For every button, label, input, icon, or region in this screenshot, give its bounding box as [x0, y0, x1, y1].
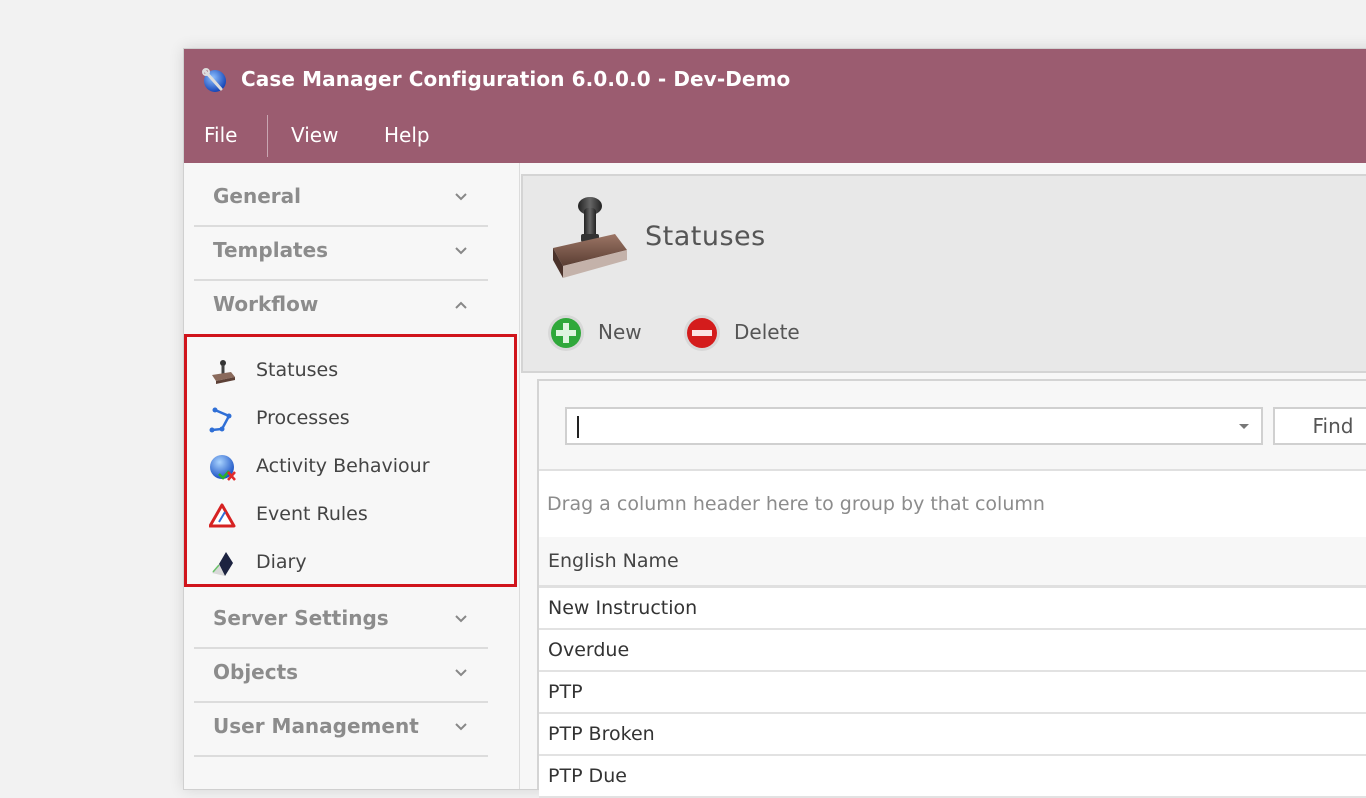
delete-label: Delete — [734, 320, 800, 344]
item-label: Processes — [256, 407, 350, 429]
find-button[interactable]: Find — [1273, 407, 1366, 445]
group-by-hint: Drag a column header here to group by th… — [547, 493, 1045, 515]
chevron-down-icon — [455, 193, 467, 201]
warning-triangle-icon — [209, 503, 236, 528]
new-label: New — [598, 320, 642, 344]
group-label: User Management — [213, 714, 419, 738]
group-label: Objects — [213, 660, 299, 684]
stamp-icon — [212, 360, 235, 384]
chevron-down-icon — [455, 247, 467, 255]
process-nodes-icon — [209, 407, 232, 433]
chevron-up-icon — [455, 301, 467, 309]
sidebar-group-templates[interactable]: Templates — [194, 226, 488, 281]
table-row[interactable]: PTP Broken — [539, 714, 1366, 756]
cell-english-name: PTP Due — [548, 765, 627, 787]
header-panel: Statuses New Delete — [521, 174, 1366, 373]
cell-english-name: New Instruction — [548, 597, 698, 619]
text-caret — [577, 416, 579, 438]
table-row[interactable]: PTP Due — [539, 756, 1366, 798]
group-label: Workflow — [213, 292, 319, 316]
globe-check-icon — [210, 455, 236, 481]
sidebar-item-statuses[interactable]: Statuses — [209, 350, 499, 390]
cell-english-name: Overdue — [548, 639, 630, 661]
grid-panel: Find Drag a column header here to group … — [537, 379, 1366, 798]
group-label: General — [213, 184, 301, 208]
table-row[interactable]: PTP — [539, 672, 1366, 714]
menu-view[interactable]: View — [291, 123, 338, 147]
sidebar-navigation: General Templates Workflow Statuses Proc… — [184, 163, 520, 789]
sidebar-group-workflow[interactable]: Workflow — [194, 280, 488, 333]
table-row[interactable]: Overdue — [539, 630, 1366, 672]
search-input[interactable] — [565, 407, 1263, 445]
dropdown-arrow-icon[interactable] — [1239, 424, 1249, 429]
diary-prism-icon — [212, 552, 233, 576]
cell-english-name: PTP Broken — [548, 723, 655, 745]
item-label: Diary — [256, 551, 307, 573]
content-area: Statuses New Delete Find Drag a column h… — [521, 174, 1366, 798]
group-label: Templates — [213, 238, 329, 262]
item-label: Statuses — [256, 359, 339, 381]
title-bar: Case Manager Configuration 6.0.0.0 - Dev… — [184, 49, 1366, 111]
table-row[interactable]: New Instruction — [539, 588, 1366, 630]
item-label: Event Rules — [256, 503, 368, 525]
sidebar-item-activity-behaviour[interactable]: Activity Behaviour — [209, 446, 499, 486]
window-title: Case Manager Configuration 6.0.0.0 - Dev… — [241, 67, 791, 91]
menu-file[interactable]: File — [204, 123, 237, 147]
chevron-down-icon — [455, 669, 467, 677]
sidebar-item-event-rules[interactable]: Event Rules — [209, 494, 499, 534]
app-globe-wrench-icon — [202, 68, 226, 92]
plus-circle-icon — [548, 315, 584, 351]
workflow-items-highlight: Statuses Processes Activity Behaviour Ev… — [184, 334, 517, 587]
menu-bar: File View Help — [184, 111, 1366, 163]
sidebar-group-objects[interactable]: Objects — [194, 648, 488, 703]
page-title: Statuses — [645, 221, 766, 252]
stamp-icon — [553, 197, 627, 278]
group-by-panel[interactable]: Drag a column header here to group by th… — [539, 469, 1366, 539]
minus-circle-icon — [684, 315, 720, 351]
sidebar-item-diary[interactable]: Diary — [209, 542, 499, 582]
column-header-english-name[interactable]: English Name — [539, 537, 1366, 588]
sidebar-group-user-management[interactable]: User Management — [194, 702, 488, 757]
cell-english-name: PTP — [548, 681, 583, 703]
sidebar-group-general[interactable]: General — [194, 172, 488, 227]
sidebar-item-processes[interactable]: Processes — [209, 398, 499, 438]
group-label: Server Settings — [213, 606, 389, 630]
item-label: Activity Behaviour — [256, 455, 430, 477]
column-header-label: English Name — [548, 550, 679, 572]
table-body: New Instruction Overdue PTP PTP Broken P… — [539, 588, 1366, 798]
menu-separator — [267, 115, 268, 157]
app-window: Case Manager Configuration 6.0.0.0 - Dev… — [183, 48, 1366, 798]
chevron-down-icon — [455, 615, 467, 623]
menu-help[interactable]: Help — [384, 123, 430, 147]
sidebar-group-server-settings[interactable]: Server Settings — [194, 594, 488, 649]
chevron-down-icon — [455, 723, 467, 731]
